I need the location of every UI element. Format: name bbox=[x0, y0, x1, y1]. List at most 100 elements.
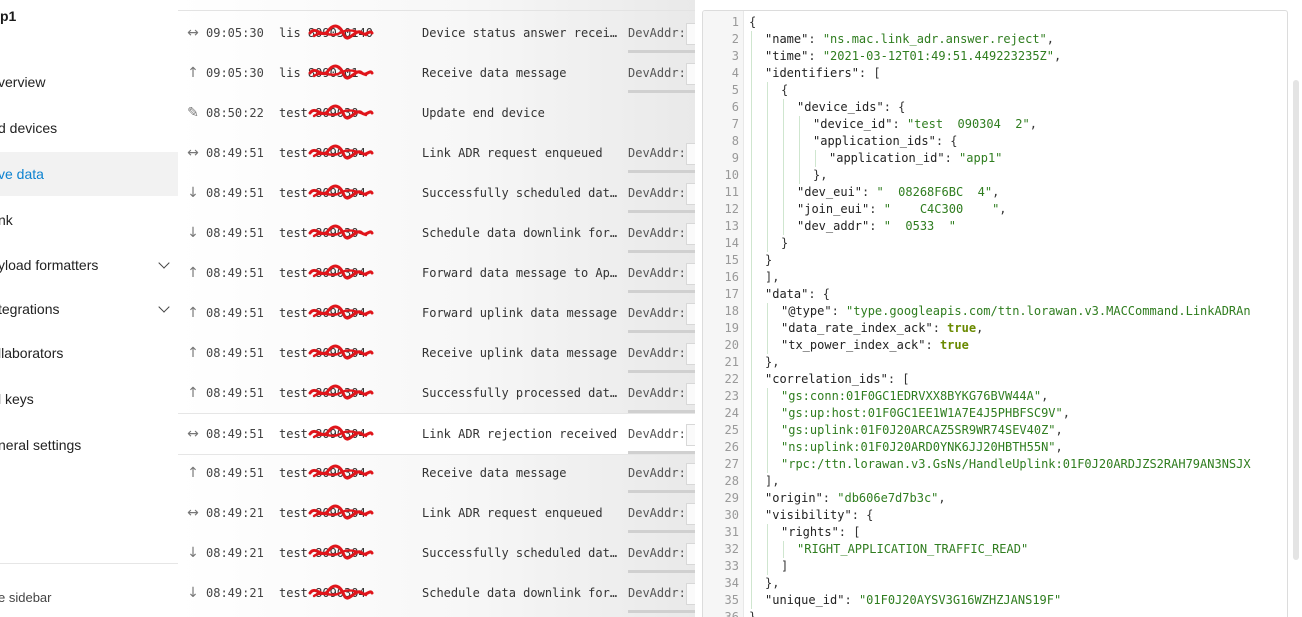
indent-guide bbox=[799, 150, 800, 167]
indent-guide bbox=[783, 541, 784, 558]
chevron-down-icon[interactable] bbox=[158, 301, 170, 313]
event-message: Link ADR request enqueued bbox=[422, 506, 603, 520]
event-time: 09:05:30 bbox=[206, 26, 264, 40]
line-number: 29 bbox=[724, 491, 739, 505]
json-key: "@type" bbox=[781, 304, 832, 318]
line-number: 35 bbox=[724, 593, 739, 607]
indent-guide bbox=[751, 371, 752, 388]
line-number: 12 bbox=[724, 202, 739, 216]
json-key: "device_id" bbox=[813, 117, 893, 131]
event-row[interactable]: ↔ 08:49:51 test 8090304 Link ADR request e… bbox=[178, 133, 695, 173]
event-row[interactable]: ↓ 08:49:51 test 809030 Schedule data downl… bbox=[178, 213, 695, 253]
sidebar-footer[interactable]: e sidebar bbox=[0, 563, 178, 617]
json-string: "2021-03-12T01:49:51.449223235Z" bbox=[822, 49, 1054, 63]
sidebar-item[interactable]: d devices bbox=[0, 106, 178, 150]
line-number: 24 bbox=[724, 406, 739, 420]
json-code: "unique_id": "01F0J20AYSV3G16WZHZJANS19F… bbox=[765, 592, 1061, 609]
event-row[interactable]: ↓ 08:49:51 test 8090304 Successfully sched… bbox=[178, 173, 695, 213]
sidebar-item-label: d devices bbox=[0, 120, 58, 136]
indent-guide bbox=[751, 82, 752, 99]
event-row[interactable]: ✎ 08:50:22 test 809030 Update end device bbox=[178, 93, 695, 133]
scrollbar[interactable] bbox=[1293, 80, 1299, 560]
devaddr-value-box bbox=[686, 543, 695, 565]
json-code: { bbox=[749, 14, 756, 31]
line-number: 36 bbox=[724, 610, 739, 617]
line-number: 16 bbox=[724, 270, 739, 284]
redaction-scribble bbox=[306, 381, 376, 408]
devaddr-value-box bbox=[686, 223, 695, 245]
json-punctuation: , bbox=[1062, 406, 1070, 420]
json-code: "correlation_ids": [ bbox=[765, 371, 910, 388]
event-message: Receive data message bbox=[422, 466, 567, 480]
event-time: 08:49:51 bbox=[206, 346, 264, 360]
json-string: "app1" bbox=[959, 151, 1003, 165]
json-punctuation: : bbox=[932, 321, 948, 335]
redaction-scribble bbox=[306, 581, 376, 608]
json-punctuation: : bbox=[808, 32, 823, 46]
json-code: "dev_eui": " 08268F6BC 4", bbox=[797, 184, 999, 201]
sidebar-item[interactable]: yload formatters bbox=[0, 243, 178, 287]
json-string: "rpc:/ttn.lorawan.v3.GsNs/HandleUplink:0… bbox=[781, 457, 1251, 471]
bidirectional-arrows-icon: ↔ bbox=[187, 426, 199, 442]
event-row[interactable]: ↔ 08:49:21 test 8090304 Link ADR request e… bbox=[178, 493, 695, 533]
event-message: Forward data message to Ap… bbox=[422, 266, 618, 280]
line-number: 4 bbox=[731, 66, 739, 80]
event-devaddr-label: DevAddr: bbox=[628, 306, 686, 320]
json-code: "data_rate_index_ack": true, bbox=[781, 320, 983, 337]
line-number: 7 bbox=[731, 117, 739, 131]
event-row[interactable]: ↔ 09:05:30 lis 809030140 Device status answ… bbox=[178, 13, 695, 53]
sidebar-item[interactable]: tegrations bbox=[0, 287, 178, 331]
redaction-scribble bbox=[306, 21, 376, 48]
json-punctuation: , bbox=[976, 321, 984, 335]
indent-guide bbox=[767, 82, 768, 99]
indent-guide bbox=[751, 490, 752, 507]
event-row[interactable]: ↑ 08:49:51 test 8090304 Successfully proce… bbox=[178, 373, 695, 413]
json-key: "origin" bbox=[765, 491, 823, 505]
event-row[interactable]: ↓ 08:49:21 test 8090304 Schedule data down… bbox=[178, 573, 695, 613]
event-row[interactable]: ↑ 09:05:30 lis 8090301 Receive data messag… bbox=[178, 53, 695, 93]
line-number: 5 bbox=[731, 83, 739, 97]
json-code: "application_ids": { bbox=[813, 133, 958, 150]
collapse-sidebar-label[interactable]: e sidebar bbox=[0, 590, 51, 605]
event-row[interactable]: ↑ 08:49:51 test 8090304 Receive uplink dat… bbox=[178, 333, 695, 373]
json-code: "ns:uplink:01F0J20ARD0YNK6JJ20HBTH55N", bbox=[781, 439, 1063, 456]
json-key: "time" bbox=[765, 49, 809, 63]
sidebar-item[interactable]: nk bbox=[0, 198, 178, 242]
event-time: 08:49:21 bbox=[206, 506, 264, 520]
sidebar-item[interactable]: verview bbox=[0, 60, 178, 104]
indent-guide bbox=[767, 456, 768, 473]
event-row[interactable]: ↔ 08:49:51 test 8090304 Link ADR rejection… bbox=[178, 413, 695, 455]
indent-guide bbox=[783, 150, 784, 167]
event-row[interactable]: ↓ 08:49:21 test 8090304 Successfully sched… bbox=[178, 533, 695, 573]
devaddr-value-box bbox=[686, 343, 695, 365]
json-key: "data_rate_index_ack" bbox=[781, 321, 933, 335]
sidebar-item-label: l keys bbox=[0, 391, 34, 407]
indent-guide bbox=[783, 99, 784, 116]
event-list: ↔ 09:05:30 lis 809030140 Device status answ… bbox=[178, 0, 695, 617]
indent-guide bbox=[751, 337, 752, 354]
sidebar-item[interactable]: l keys bbox=[0, 377, 178, 421]
sidebar-item[interactable]: neral settings bbox=[0, 423, 178, 467]
indent-guide bbox=[751, 286, 752, 303]
chevron-down-icon[interactable] bbox=[158, 257, 170, 269]
event-row[interactable]: ↑ 08:49:51 test 8090304 Forward uplink dat… bbox=[178, 293, 695, 333]
json-key: "dev_addr" bbox=[797, 219, 870, 233]
event-row[interactable]: ↑ 08:49:51 test 8090304 Receive data messa… bbox=[178, 453, 695, 493]
json-punctuation: : { bbox=[808, 287, 831, 301]
redaction-scribble bbox=[306, 181, 376, 208]
line-number: 34 bbox=[724, 576, 739, 590]
sidebar-item[interactable]: llaborators bbox=[0, 331, 178, 375]
indent-guide bbox=[751, 456, 752, 473]
sidebar-item[interactable]: ve data bbox=[0, 152, 178, 196]
event-devaddr-label: DevAddr: bbox=[628, 466, 686, 480]
devaddr-value-box bbox=[686, 263, 695, 285]
redaction-scribble bbox=[306, 61, 376, 88]
indent-guide bbox=[751, 218, 752, 235]
line-number: 30 bbox=[724, 508, 739, 522]
json-string: "db606e7d7b3c" bbox=[837, 491, 939, 505]
json-code: "origin": "db606e7d7b3c", bbox=[765, 490, 946, 507]
event-devaddr-label: DevAddr: bbox=[628, 266, 686, 280]
json-key: "dev_eui" bbox=[797, 185, 863, 199]
event-row[interactable]: ↑ 08:49:51 test 8090304 Forward data messa… bbox=[178, 253, 695, 293]
json-string: "ns.mac.link_adr.answer.reject" bbox=[822, 32, 1047, 46]
